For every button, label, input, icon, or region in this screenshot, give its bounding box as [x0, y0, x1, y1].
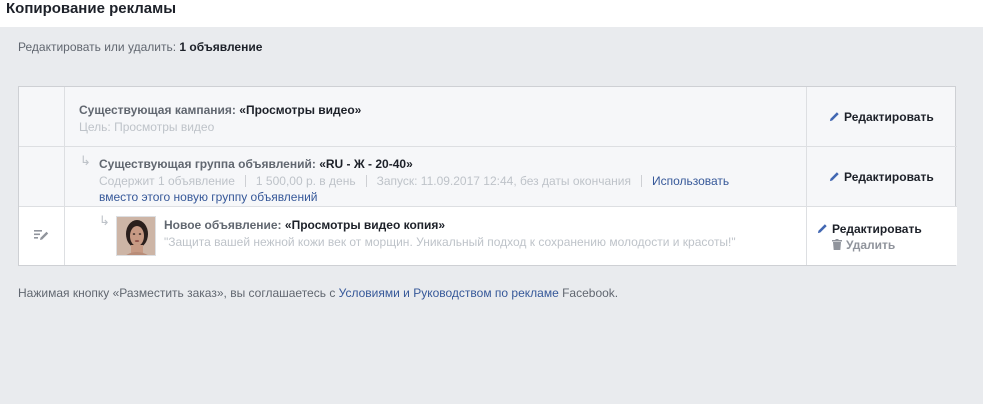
- footer-suffix: Facebook.: [562, 286, 619, 300]
- adset-contains: Содержит 1 объявление: [99, 174, 235, 188]
- campaign-edit-label: Редактировать: [844, 110, 934, 124]
- pencil-icon: [829, 172, 839, 182]
- child-arrow-icon: ↳: [80, 153, 91, 168]
- summary-count: 1 объявление: [179, 40, 263, 54]
- edit-note-icon[interactable]: [34, 228, 49, 241]
- divider: [365, 175, 367, 187]
- terms-link[interactable]: Условиями и Руководством по рекламе: [339, 286, 559, 300]
- adset-icon-cell: [19, 147, 65, 206]
- page-title: Копирование рекламы: [0, 0, 983, 27]
- campaign-edit-button[interactable]: Редактировать: [829, 110, 934, 124]
- adset-edit-label: Редактировать: [844, 170, 934, 184]
- ad-name: «Просмотры видео копия»: [284, 218, 446, 232]
- trash-icon: [832, 239, 842, 250]
- campaign-title: Существующая кампания: «Просмотры видео»: [79, 103, 361, 117]
- footer-prefix: Нажимая кнопку «Разместить заказ», вы со…: [18, 286, 336, 300]
- adset-schedule: Запуск: 11.09.2017 12:44, без даты оконч…: [376, 174, 631, 188]
- adset-budget: 1 500,00 р. в день: [255, 174, 356, 188]
- divider: [244, 175, 246, 187]
- ad-delete-label: Удалить: [846, 238, 896, 252]
- child-arrow-icon: ↳: [99, 213, 110, 228]
- pencil-icon: [817, 224, 827, 234]
- campaign-label: Существующая кампания:: [79, 103, 236, 117]
- adset-label: Существующая группа объявлений:: [99, 157, 316, 171]
- adset-name: «RU - Ж - 20-40»: [319, 157, 413, 171]
- ads-hierarchy-table: Существующая кампания: «Просмотры видео»…: [18, 86, 957, 266]
- campaign-objective: Цель: Просмотры видео: [79, 120, 215, 134]
- copy-ads-panel: Редактировать или удалить: 1 объявление …: [0, 27, 983, 404]
- ad-edit-label: Редактировать: [832, 222, 922, 236]
- pencil-icon: [829, 112, 839, 122]
- ad-delete-button[interactable]: Удалить: [832, 238, 895, 252]
- adset-title: Существующая группа объявлений: «RU - Ж …: [99, 157, 413, 171]
- campaign-name: «Просмотры видео»: [239, 103, 362, 117]
- ad-label: Новое объявление:: [164, 218, 282, 232]
- campaign-row: Существующая кампания: «Просмотры видео»…: [19, 87, 957, 147]
- ad-icon-cell: [19, 207, 65, 265]
- adset-edit-button[interactable]: Редактировать: [829, 170, 934, 184]
- use-new-adset-link[interactable]: Использовать: [652, 174, 729, 188]
- ad-edit-button[interactable]: Редактировать: [817, 222, 922, 236]
- ad-action-cell: Редактировать Удалить: [806, 207, 957, 265]
- adset-action-cell: Редактировать: [806, 147, 957, 206]
- ad-text: "Защита вашей нежной кожи век от морщин.…: [164, 235, 736, 249]
- adset-details: Содержит 1 объявление 1 500,00 р. в день З…: [99, 174, 729, 188]
- terms-footer: Нажимая кнопку «Разместить заказ», вы со…: [18, 286, 618, 300]
- use-new-adset-link-continued[interactable]: вместо этого новую группу объявлений: [99, 190, 318, 204]
- campaign-action-cell: Редактировать: [806, 87, 957, 146]
- edit-summary: Редактировать или удалить: 1 объявление: [18, 40, 262, 54]
- divider: [640, 175, 642, 187]
- adset-row: ↳ Существующая группа объявлений: «RU - …: [19, 147, 957, 207]
- ad-thumbnail: [116, 216, 156, 256]
- ad-row: ↳ Новое объявление: «Просмотры видео коп…: [19, 207, 957, 265]
- summary-prefix: Редактировать или удалить:: [18, 40, 177, 54]
- ad-title: Новое объявление: «Просмотры видео копия…: [164, 218, 445, 232]
- campaign-icon-cell: [19, 87, 65, 146]
